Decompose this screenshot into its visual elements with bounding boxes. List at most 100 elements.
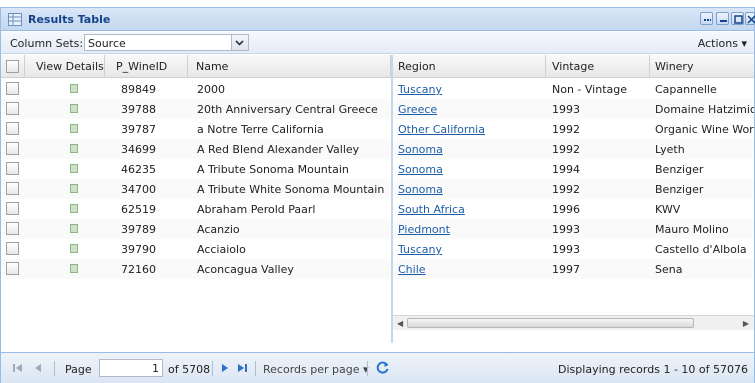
scroll-left-icon[interactable]: ◀ bbox=[397, 319, 403, 328]
separator bbox=[212, 361, 213, 376]
window-titlebar[interactable]: Results Table bbox=[1, 8, 755, 31]
row-checkbox[interactable] bbox=[6, 102, 19, 115]
name-cell: A Tribute Sonoma Mountain bbox=[197, 163, 349, 176]
table-row[interactable]: Other California 1992 Organic Wine Works bbox=[393, 119, 754, 139]
column-header-view-details[interactable]: View Details bbox=[25, 55, 105, 78]
table-row[interactable]: Piedmont 1993 Mauro Molino bbox=[393, 219, 754, 239]
name-cell: Abraham Perold Paarl bbox=[197, 203, 316, 216]
chevron-down-icon bbox=[235, 40, 244, 46]
column-header-winery[interactable]: Winery bbox=[650, 55, 754, 78]
vintage-cell: 1993 bbox=[552, 243, 580, 256]
region-link[interactable]: South Africa bbox=[398, 199, 543, 219]
view-details-icon[interactable] bbox=[70, 164, 78, 173]
view-details-icon[interactable] bbox=[70, 144, 78, 153]
view-details-icon[interactable] bbox=[70, 244, 78, 253]
collapse-button[interactable] bbox=[700, 12, 713, 25]
page-number-input[interactable]: 1 bbox=[99, 359, 163, 377]
select-all-checkbox[interactable] bbox=[6, 60, 19, 73]
view-details-icon[interactable] bbox=[70, 264, 78, 273]
dropdown-trigger[interactable] bbox=[231, 35, 248, 50]
column-sets-toolbar: Column Sets: Source Actions ▾ bbox=[1, 32, 754, 54]
row-checkbox[interactable] bbox=[6, 142, 19, 155]
view-details-icon[interactable] bbox=[70, 84, 78, 93]
row-checkbox[interactable] bbox=[6, 82, 19, 95]
table-row[interactable]: 39789 Acanzio bbox=[1, 219, 391, 239]
wine-id-cell: 89849 bbox=[121, 83, 156, 96]
maximize-button[interactable] bbox=[731, 12, 744, 25]
actions-menu[interactable]: Actions ▾ bbox=[698, 37, 747, 50]
column-header-name[interactable]: Name bbox=[188, 55, 391, 78]
row-checkbox[interactable] bbox=[6, 122, 19, 135]
table-row[interactable]: 39787 a Notre Terre California bbox=[1, 119, 391, 139]
table-row[interactable]: Greece 1993 Domaine Hatzimichalis bbox=[393, 99, 754, 119]
vintage-cell: 1996 bbox=[552, 203, 580, 216]
view-details-icon[interactable] bbox=[70, 124, 78, 133]
window-title: Results Table bbox=[28, 13, 111, 26]
table-row[interactable]: Chile 1997 Sena bbox=[393, 259, 754, 279]
table-row[interactable]: 39788 20th Anniversary Central Greece bbox=[1, 99, 391, 119]
minimize-button[interactable] bbox=[716, 12, 729, 25]
table-row[interactable]: Sonoma 1994 Benziger bbox=[393, 159, 754, 179]
horizontal-scrollbar[interactable]: ◀ ▶ bbox=[393, 315, 754, 330]
separator bbox=[54, 361, 55, 376]
last-page-icon[interactable] bbox=[236, 362, 248, 374]
table-row[interactable]: 62519 Abraham Perold Paarl bbox=[1, 199, 391, 219]
column-header-vintage[interactable]: Vintage bbox=[546, 55, 650, 78]
region-link[interactable]: Piedmont bbox=[398, 219, 543, 239]
column-header-region[interactable]: Region bbox=[393, 55, 546, 78]
table-row[interactable]: 39790 Acciaiolo bbox=[1, 239, 391, 259]
next-page-icon[interactable] bbox=[219, 362, 231, 374]
first-page-icon[interactable] bbox=[12, 362, 24, 374]
close-button[interactable] bbox=[745, 12, 755, 25]
region-link[interactable]: Chile bbox=[398, 259, 543, 279]
region-link[interactable]: Sonoma bbox=[398, 179, 543, 199]
view-details-icon[interactable] bbox=[70, 104, 78, 113]
previous-page-icon[interactable] bbox=[32, 362, 44, 374]
row-checkbox[interactable] bbox=[6, 162, 19, 175]
region-link[interactable]: Greece bbox=[398, 99, 543, 119]
refresh-icon[interactable] bbox=[375, 360, 390, 375]
column-header-wine-id[interactable]: P_WineID bbox=[105, 55, 188, 78]
table-row[interactable]: 89849 2000 bbox=[1, 79, 391, 99]
table-row[interactable]: Sonoma 1992 Lyeth bbox=[393, 139, 754, 159]
row-checkbox[interactable] bbox=[6, 242, 19, 255]
table-row[interactable]: 34699 A Red Blend Alexander Valley bbox=[1, 139, 391, 159]
row-checkbox[interactable] bbox=[6, 202, 19, 215]
table-row[interactable]: South Africa 1996 KWV bbox=[393, 199, 754, 219]
table-row[interactable]: 72160 Aconcagua Valley bbox=[1, 259, 391, 279]
select-all-header[interactable] bbox=[1, 55, 25, 78]
table-row[interactable]: Tuscany Non - Vintage Capannelle bbox=[393, 79, 754, 99]
records-per-page-menu[interactable]: Records per page ▾ bbox=[263, 363, 369, 376]
scrollbar-thumb[interactable] bbox=[407, 318, 694, 328]
region-link[interactable]: Tuscany bbox=[398, 239, 543, 259]
view-details-icon[interactable] bbox=[70, 184, 78, 193]
region-link[interactable]: Sonoma bbox=[398, 139, 543, 159]
grid-locked-columns: View Details P_WineID Name 89849 2000 3978… bbox=[1, 55, 391, 343]
column-sets-label: Column Sets: bbox=[10, 37, 84, 50]
winery-cell: Organic Wine Works bbox=[655, 123, 754, 136]
region-link[interactable]: Other California bbox=[398, 119, 543, 139]
paging-toolbar: Page 1 of 5708 Records per page ▾ Displa… bbox=[1, 352, 754, 383]
column-sets-select[interactable]: Source bbox=[84, 34, 249, 51]
vintage-cell: 1992 bbox=[552, 183, 580, 196]
wine-id-cell: 34699 bbox=[121, 143, 156, 156]
winery-cell: Castello d'Albola bbox=[655, 243, 747, 256]
row-checkbox[interactable] bbox=[6, 182, 19, 195]
table-row[interactable]: Tuscany 1993 Castello d'Albola bbox=[393, 239, 754, 259]
table-icon bbox=[8, 13, 22, 26]
table-row[interactable]: Sonoma 1992 Benziger bbox=[393, 179, 754, 199]
name-cell: 2000 bbox=[197, 83, 225, 96]
winery-cell: Benziger bbox=[655, 163, 704, 176]
row-checkbox[interactable] bbox=[6, 222, 19, 235]
view-details-icon[interactable] bbox=[70, 204, 78, 213]
separator bbox=[367, 361, 368, 376]
row-checkbox[interactable] bbox=[6, 262, 19, 275]
winery-cell: Lyeth bbox=[655, 143, 685, 156]
view-details-icon[interactable] bbox=[70, 224, 78, 233]
region-link[interactable]: Sonoma bbox=[398, 159, 543, 179]
maximize-icon bbox=[734, 15, 743, 24]
table-row[interactable]: 34700 A Tribute White Sonoma Mountain bbox=[1, 179, 391, 199]
scroll-right-icon[interactable]: ▶ bbox=[743, 319, 749, 328]
region-link[interactable]: Tuscany bbox=[398, 79, 543, 99]
table-row[interactable]: 46235 A Tribute Sonoma Mountain bbox=[1, 159, 391, 179]
